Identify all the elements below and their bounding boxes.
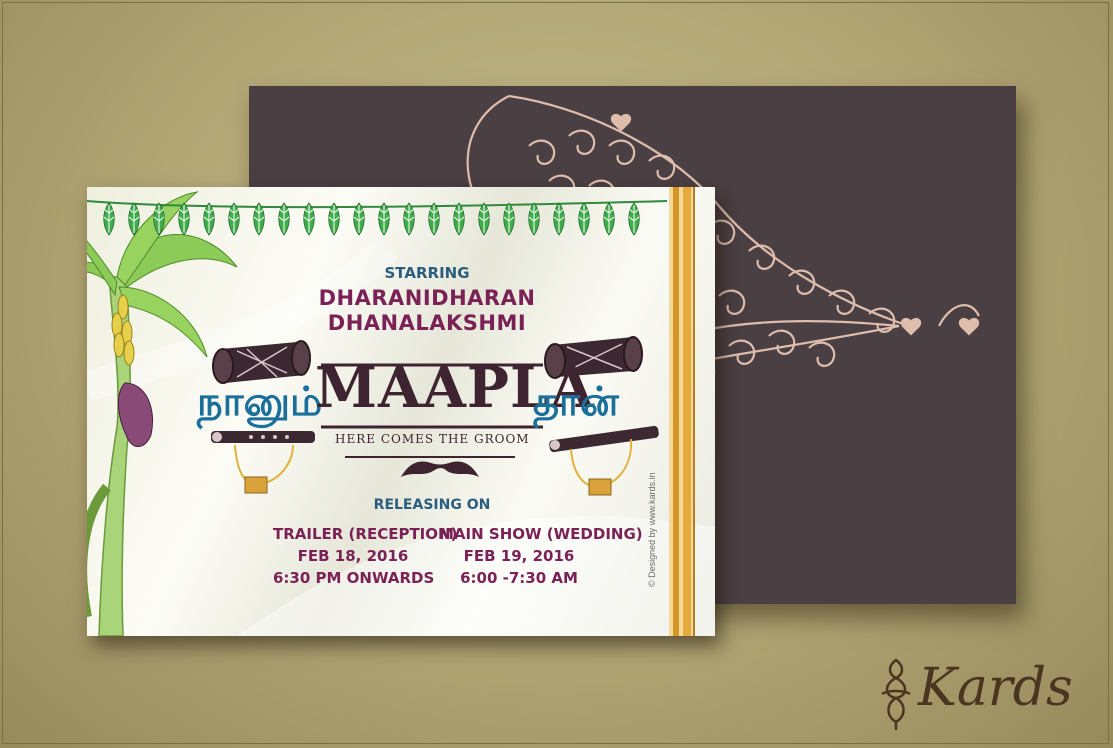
event-wedding: MAIN SHOW (WEDDING) FEB 19, 2016 6:00 -7… [439, 523, 643, 589]
event-time: 6:00 -7:30 AM [460, 569, 578, 587]
flute-icon [549, 425, 659, 496]
event-title: TRAILER (RECEPTION) [273, 525, 458, 543]
releasing-label: RELEASING ON [373, 497, 491, 513]
invitation-card: STARRING DHARANIDHARAN DHANALAKSHMI நானு… [87, 187, 715, 636]
event-date: FEB 18, 2016 [297, 547, 409, 565]
bride-name: DHANALAKSHMI [327, 311, 527, 335]
groom-name: DHARANIDHARAN [318, 286, 536, 310]
flute-icon [211, 431, 315, 494]
tamil-text-right: தான் [533, 379, 619, 425]
event-title: MAIN SHOW (WEDDING) [439, 525, 643, 543]
brand-mark-icon [881, 658, 911, 730]
brand-logo: Kards [878, 656, 1098, 732]
event-date: FEB 19, 2016 [463, 547, 575, 565]
mustache-icon [401, 461, 479, 477]
event-time: 6:30 PM ONWARDS [273, 569, 435, 587]
card-tagline: HERE COMES THE GROOM [335, 432, 530, 446]
tamil-text-left: நானும் [197, 379, 323, 425]
starring-label: STARRING [384, 264, 470, 282]
mango-leaf-garland-icon [87, 200, 668, 236]
brand-name: Kards [918, 658, 1073, 718]
event-reception: TRAILER (RECEPTION) FEB 18, 2016 6:30 PM… [273, 523, 458, 589]
card-title: MAAPLA [315, 355, 595, 421]
gold-border-stripe [669, 187, 695, 636]
designer-credit: © Designed by www.kards.in [647, 472, 657, 587]
